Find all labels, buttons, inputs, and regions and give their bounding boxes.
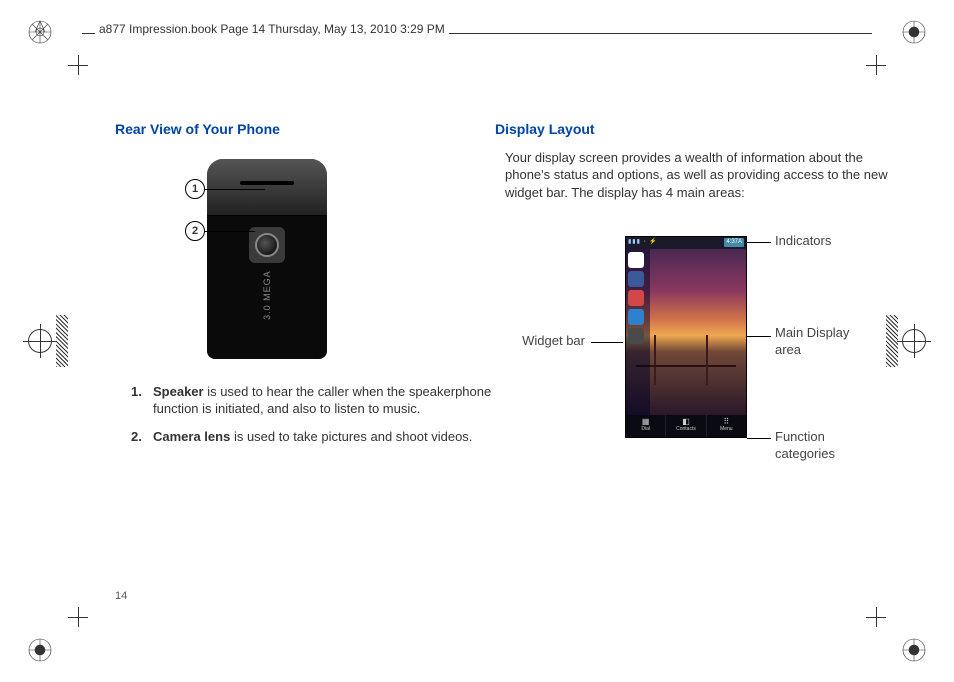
sunburst-mark-top-left (28, 20, 52, 44)
phone-top-panel (207, 159, 327, 216)
page-content: Rear View of Your Phone 3.0 MEGA 1 2 1. … (115, 120, 914, 592)
heading-rear-view: Rear View of Your Phone (115, 120, 495, 139)
list-item: 1. Speaker is used to hear the caller wh… (115, 383, 495, 418)
func-contacts: ◧Contacts (666, 415, 706, 437)
list-text: is used to take pictures and shoot video… (230, 429, 472, 444)
phone-rear-illustration: 3.0 MEGA 1 2 (167, 149, 367, 369)
function-bar: ▦Dial ◧Contacts ⠿Menu (626, 415, 746, 437)
signal-icon: ▮▮▮ ◦ ⚡ (628, 238, 658, 246)
callout-line (205, 231, 255, 232)
rear-view-list: 1. Speaker is used to hear the caller wh… (115, 383, 495, 446)
hatch-mark-left (56, 315, 68, 367)
widget-bar (626, 249, 650, 415)
label-widget-bar: Widget bar (515, 332, 585, 350)
crop-mark (68, 607, 88, 627)
crop-mark (68, 55, 88, 75)
heading-display-layout: Display Layout (495, 120, 895, 139)
display-layout-intro: Your display screen provides a wealth of… (505, 149, 895, 202)
callout-2: 2 (185, 221, 205, 241)
list-item: 2. Camera lens is used to take pictures … (115, 428, 495, 446)
leader-line (747, 242, 771, 243)
widget-icon (628, 290, 644, 306)
widget-icon (628, 309, 644, 325)
crop-mark (866, 607, 886, 627)
leader-line (591, 342, 623, 343)
leader-line (747, 438, 771, 439)
megapixel-label: 3.0 MEGA (261, 270, 273, 320)
status-time: 4:37A (724, 238, 744, 246)
camera-lens-icon (249, 227, 285, 263)
status-bar: ▮▮▮ ◦ ⚡ 4:37A (626, 237, 746, 249)
running-header: a877 Impression.book Page 14 Thursday, M… (95, 22, 449, 36)
sunburst-mark-bottom-left (28, 638, 52, 662)
sunburst-mark-top-right (902, 20, 926, 44)
widget-icon (628, 252, 644, 268)
speaker-icon (240, 181, 294, 185)
bridge-silhouette (636, 335, 736, 385)
dial-icon: ▦ (642, 418, 650, 426)
func-dial: ▦Dial (626, 415, 666, 437)
label-main-display: Main Display area (775, 324, 865, 359)
func-menu: ⠿Menu (707, 415, 746, 437)
display-layout-diagram: ▮▮▮ ◦ ⚡ 4:37A AT&T ▦Dial ◧Contacts (505, 216, 885, 476)
list-number: 1. (131, 383, 153, 418)
list-text: is used to hear the caller when the spea… (153, 384, 491, 417)
callout-1: 1 (185, 179, 205, 199)
contacts-icon: ◧ (682, 418, 690, 426)
label-indicators: Indicators (775, 232, 831, 250)
list-number: 2. (131, 428, 153, 446)
widget-icon (628, 328, 644, 344)
leader-line (747, 336, 771, 337)
list-term: Speaker (153, 384, 204, 399)
list-term: Camera lens (153, 429, 230, 444)
crop-mark (866, 55, 886, 75)
page-number: 14 (115, 590, 127, 602)
label-function-categories: Function categories (775, 428, 865, 463)
registration-mark-left (28, 329, 52, 353)
menu-icon: ⠿ (723, 418, 729, 426)
left-column: Rear View of Your Phone 3.0 MEGA 1 2 1. … (115, 120, 495, 456)
callout-line (205, 189, 265, 190)
phone-screen: ▮▮▮ ◦ ⚡ 4:37A AT&T ▦Dial ◧Contacts (625, 236, 747, 438)
sunburst-mark-bottom-right (902, 638, 926, 662)
widget-icon (628, 271, 644, 287)
right-column: Display Layout Your display screen provi… (495, 120, 895, 476)
